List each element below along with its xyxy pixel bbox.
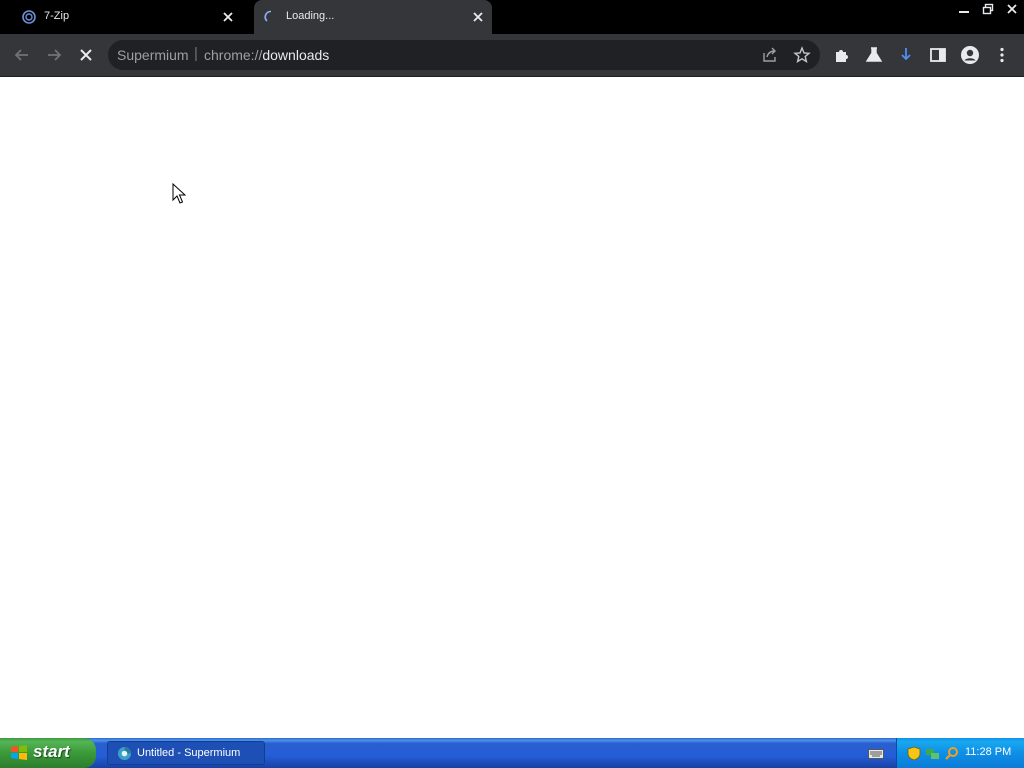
stop-icon: [80, 49, 92, 61]
downloads-icon[interactable]: [896, 45, 916, 65]
system-tray: 11:28 PM: [896, 738, 1024, 768]
bookmark-star-icon[interactable]: [793, 46, 811, 64]
url-scheme: chrome://: [204, 47, 263, 63]
network-icon[interactable]: [925, 746, 940, 766]
profile-icon[interactable]: [960, 45, 980, 65]
back-button[interactable]: [10, 43, 34, 67]
close-button[interactable]: [1000, 0, 1024, 18]
close-icon: [1007, 4, 1017, 14]
tab-close-icon[interactable]: [470, 9, 486, 25]
taskbar-clock: 11:28 PM: [965, 746, 1012, 758]
restore-button[interactable]: [976, 0, 1000, 18]
supermium-app-icon: [117, 746, 132, 766]
minimize-button[interactable]: [952, 0, 976, 18]
tab-title: Loading...: [286, 10, 335, 22]
forward-button[interactable]: [42, 43, 66, 67]
windows-logo-icon: [10, 744, 28, 767]
7zip-favicon-icon: [22, 10, 36, 24]
omnibox[interactable]: Supermium | chrome://downloads: [108, 40, 820, 70]
keyboard-icon[interactable]: [868, 747, 884, 765]
tab-7zip[interactable]: 7-Zip: [12, 0, 242, 34]
taskbar-item-label: Untitled - Supermium: [137, 747, 241, 759]
tab-title: 7-Zip: [44, 10, 70, 22]
mouse-cursor-icon: [172, 182, 187, 210]
share-icon[interactable]: [761, 46, 779, 64]
forward-icon: [48, 49, 62, 61]
search-icon[interactable]: [944, 746, 959, 766]
side-panel-icon[interactable]: [928, 45, 948, 65]
security-shield-icon[interactable]: [907, 746, 921, 766]
loading-spinner-icon: [264, 10, 278, 24]
url-path: downloads: [262, 47, 330, 63]
minimize-icon: [959, 11, 969, 13]
extensions-icon[interactable]: [832, 45, 852, 65]
start-button[interactable]: start: [0, 738, 96, 768]
labs-icon[interactable]: [864, 45, 884, 65]
omnibox-separator: |: [194, 45, 198, 62]
tab-close-icon[interactable]: [220, 9, 236, 25]
stop-button[interactable]: [74, 43, 98, 67]
browser-toolbar: Supermium | chrome://downloads: [0, 34, 1024, 77]
tab-loading[interactable]: Loading...: [254, 0, 492, 34]
back-icon: [14, 49, 28, 61]
start-label: start: [33, 742, 70, 761]
restore-icon: [982, 3, 994, 15]
page-content: [0, 77, 1024, 737]
menu-icon[interactable]: [992, 45, 1012, 65]
tab-strip: 7-Zip Loading...: [0, 0, 1024, 34]
taskbar: start Untitled - Supermium 11:28 PM: [0, 738, 1024, 768]
site-name: Supermium: [117, 47, 189, 63]
omnibox-url[interactable]: chrome://downloads: [204, 47, 329, 63]
window-controls: [952, 0, 1024, 18]
taskbar-item-supermium[interactable]: Untitled - Supermium: [107, 741, 265, 765]
